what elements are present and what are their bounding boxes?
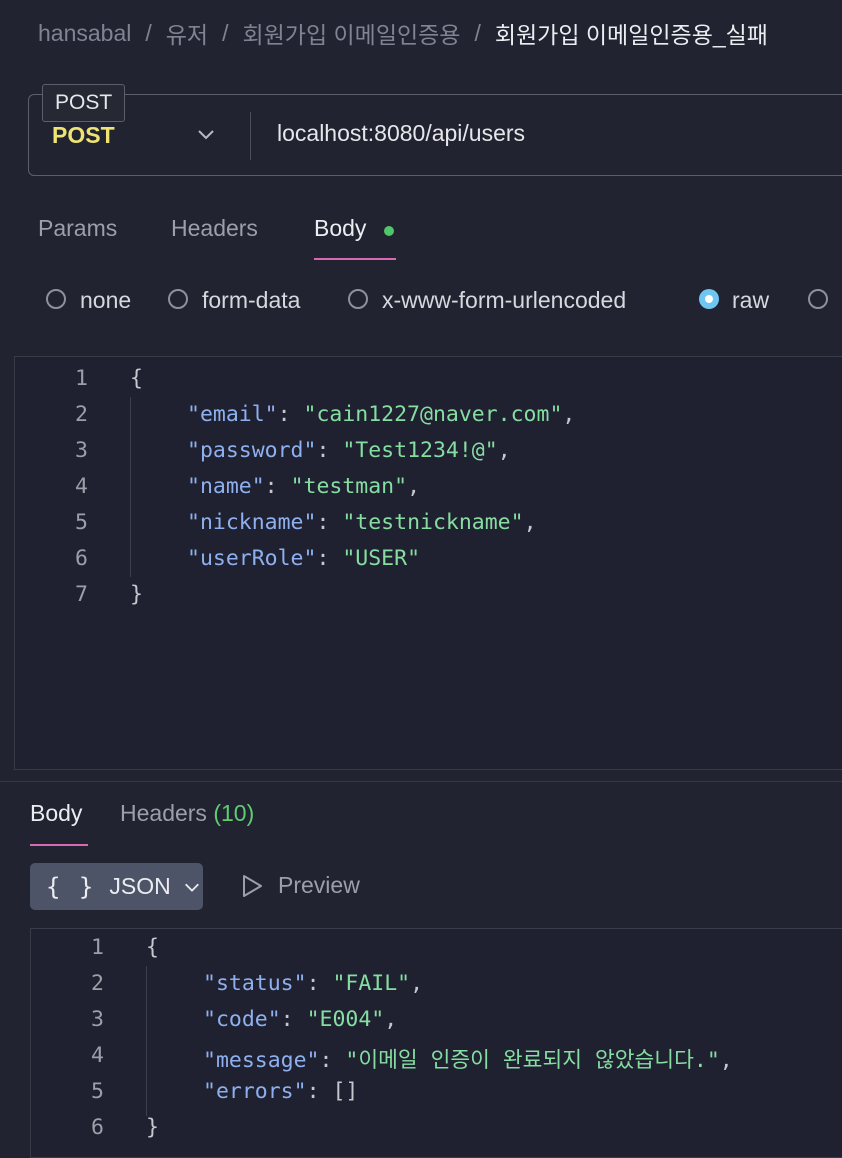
breadcrumb-item-folder[interactable]: 유저 <box>166 16 208 50</box>
radio-label-none[interactable]: none <box>80 287 131 314</box>
json-close-brace: } <box>146 1115 159 1140</box>
format-label: JSON <box>109 873 171 899</box>
line-number: 3 <box>91 1007 104 1032</box>
play-icon <box>243 874 262 897</box>
chevron-down-icon[interactable] <box>196 124 216 144</box>
json-open-brace: { <box>130 366 143 391</box>
method-select[interactable]: POST <box>52 122 115 149</box>
preview-button[interactable]: Preview <box>240 872 360 899</box>
radio-none[interactable] <box>46 289 66 309</box>
line-number: 5 <box>91 1079 104 1104</box>
breadcrumb-item-workspace[interactable]: hansabal <box>38 20 131 47</box>
indent-guide <box>146 966 147 1116</box>
json-key: "code" <box>203 1007 281 1032</box>
json-line-name: "name": "testman", <box>187 474 421 499</box>
tab-headers[interactable]: Headers <box>171 215 258 242</box>
tab-response-headers[interactable]: Headers (10) <box>120 800 254 827</box>
json-key: "email" <box>187 402 278 427</box>
tab-params[interactable]: Params <box>38 215 117 242</box>
headers-count: (10) <box>213 800 255 826</box>
json-open-brace: { <box>146 935 159 960</box>
line-number: 2 <box>91 971 104 996</box>
braces-icon: { } <box>46 872 96 901</box>
indent-guide <box>130 397 131 577</box>
json-key: "nickname" <box>187 510 317 535</box>
line-number: 1 <box>91 935 104 960</box>
json-key: "errors" <box>203 1079 307 1104</box>
json-value: "cain1227@naver.com" <box>303 402 563 427</box>
line-number: 3 <box>75 438 88 463</box>
radio-x-www-form-urlencoded[interactable] <box>348 289 368 309</box>
tab-body[interactable]: Body <box>314 215 366 242</box>
line-number: 7 <box>75 582 88 607</box>
json-key: "status" <box>203 971 307 996</box>
json-close-brace: } <box>130 582 143 607</box>
radio-binary[interactable] <box>808 289 828 309</box>
line-number: 5 <box>75 510 88 535</box>
breadcrumb-item-subfolder[interactable]: 회원가입 이메일인증용 <box>242 16 460 50</box>
json-value: "testnickname" <box>342 510 524 535</box>
radio-label-x-www-form-urlencoded[interactable]: x-www-form-urlencoded <box>382 287 626 314</box>
json-value: "testman" <box>290 474 408 499</box>
active-tab-underline <box>30 844 88 846</box>
json-value: "Test1234!@" <box>342 438 498 463</box>
pane-divider[interactable] <box>0 781 842 782</box>
json-value: "FAIL" <box>332 971 411 996</box>
json-line-userrole: "userRole": "USER" <box>187 546 421 571</box>
radio-label-raw[interactable]: raw <box>732 287 769 314</box>
line-number: 1 <box>75 366 88 391</box>
json-line-message: "message": "이메일 인증이 완료되지 않았습니다.", <box>203 1048 733 1073</box>
json-line-errors: "errors": [] <box>203 1079 359 1104</box>
divider <box>250 112 251 160</box>
url-input[interactable]: localhost:8080/api/users <box>277 120 525 147</box>
tab-response-body[interactable]: Body <box>30 800 82 827</box>
json-value: [] <box>332 1079 359 1104</box>
preview-label: Preview <box>278 872 360 898</box>
active-tab-underline <box>314 258 396 260</box>
breadcrumb: hansabal / 유저 / 회원가입 이메일인증용 / 회원가입 이메일인증… <box>38 16 768 50</box>
method-tooltip: POST <box>42 84 126 122</box>
json-line-nickname: "nickname": "testnickname", <box>187 510 537 535</box>
json-line-code: "code": "E004", <box>203 1007 398 1032</box>
breadcrumb-separator: / <box>474 19 481 46</box>
json-value: "이메일 인증이 완료되지 않았습니다." <box>345 1048 720 1073</box>
radio-raw[interactable] <box>699 289 719 309</box>
line-number: 2 <box>75 402 88 427</box>
json-line-status: "status": "FAIL", <box>203 971 424 996</box>
json-key: "message" <box>203 1048 320 1073</box>
json-line-password: "password": "Test1234!@", <box>187 438 511 463</box>
radio-label-form-data[interactable]: form-data <box>202 287 300 314</box>
breadcrumb-current-request[interactable]: 회원가입 이메일인증용_실패 <box>495 16 768 50</box>
line-number: 6 <box>75 546 88 571</box>
body-modified-indicator <box>384 226 394 236</box>
breadcrumb-separator: / <box>222 19 229 46</box>
json-value: "E004" <box>306 1007 385 1032</box>
json-key: "name" <box>187 474 265 499</box>
line-number: 4 <box>91 1043 104 1068</box>
json-key: "userRole" <box>187 546 317 571</box>
json-line-email: "email": "cain1227@naver.com", <box>187 402 576 427</box>
radio-form-data[interactable] <box>168 289 188 309</box>
format-select[interactable]: { } JSON <box>30 863 203 910</box>
line-number: 4 <box>75 474 88 499</box>
breadcrumb-separator: / <box>145 19 152 46</box>
json-key: "password" <box>187 438 317 463</box>
tab-response-headers-label: Headers <box>120 800 207 826</box>
chevron-down-icon <box>184 883 199 892</box>
line-number: 6 <box>91 1115 104 1140</box>
json-value: "USER" <box>342 546 421 571</box>
